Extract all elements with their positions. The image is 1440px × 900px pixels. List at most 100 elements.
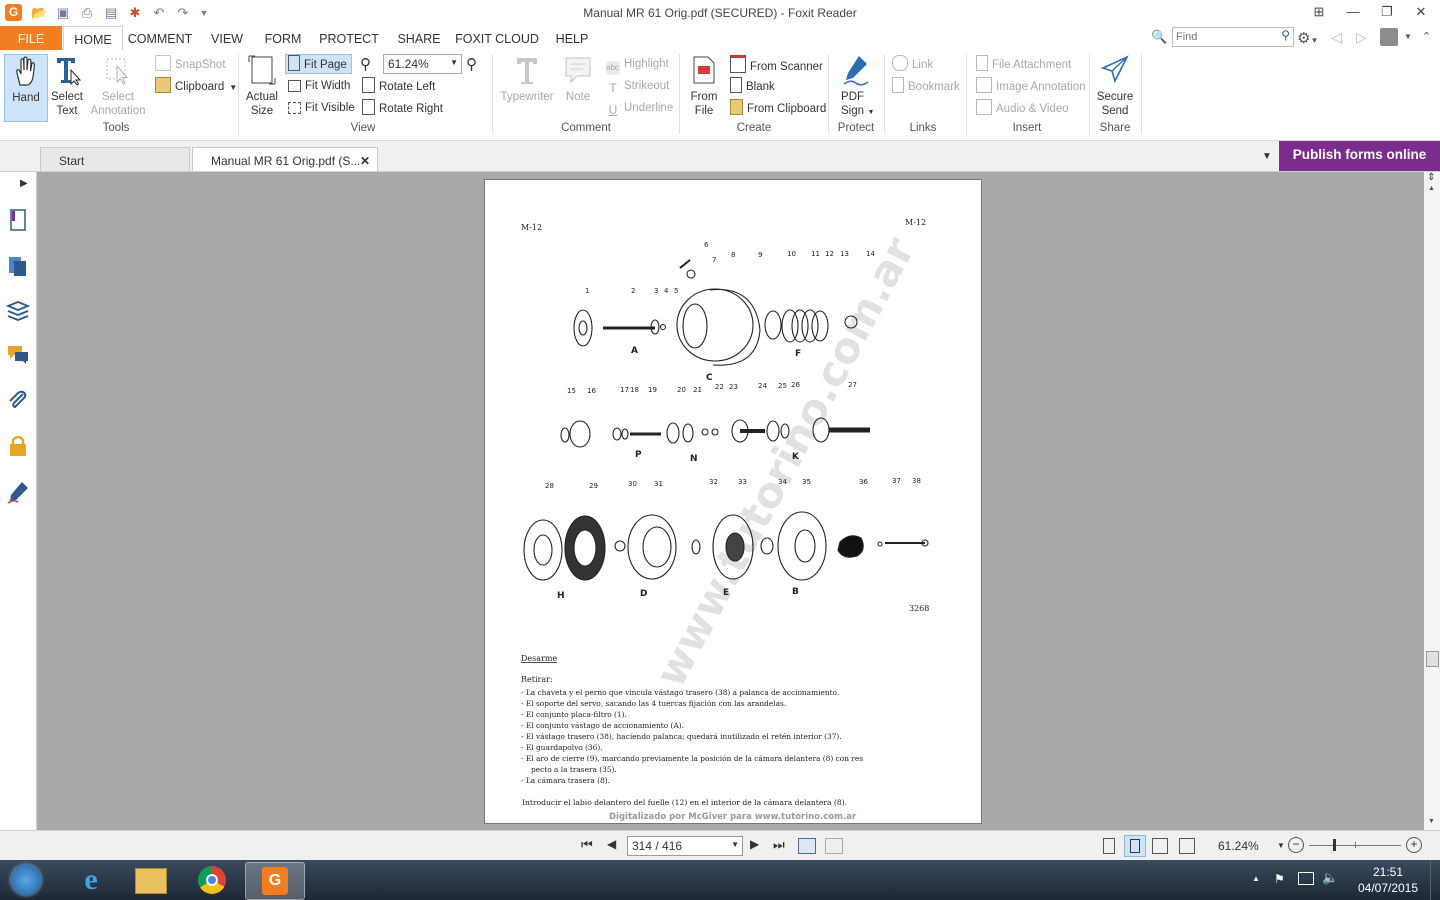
highlight-button[interactable]: abc Highlight — [606, 55, 669, 75]
clock-time[interactable]: 21:51 — [1360, 865, 1416, 879]
last-page-icon[interactable]: ⏭ — [773, 837, 785, 853]
zoom-out-button[interactable]: − — [1288, 837, 1304, 853]
tab-protect[interactable]: PROTECT — [316, 26, 382, 50]
tab-start[interactable]: Start — [40, 147, 190, 171]
pages-panel-icon[interactable] — [6, 254, 30, 278]
blank-button[interactable]: Blank — [730, 77, 775, 95]
split-view-icon[interactable]: ⇕ — [1427, 172, 1435, 183]
rotate-left-button[interactable]: Rotate Left — [362, 77, 435, 95]
collapse-ribbon-icon[interactable]: ⌃ — [1422, 30, 1431, 43]
comments-panel-icon[interactable] — [6, 342, 30, 366]
publish-forms-banner[interactable]: Publish forms online — [1279, 141, 1440, 171]
nav-forward-icon[interactable]: ▷ — [1356, 29, 1367, 46]
hand-tool-button[interactable]: Hand — [4, 54, 48, 122]
tab-foxit-cloud[interactable]: FOXIT CLOUD — [452, 26, 542, 50]
actual-size-button[interactable]: Actual Size — [244, 54, 280, 118]
tab-share[interactable]: SHARE — [394, 26, 444, 50]
pdf-page[interactable]: www.tutorino.com.ar M-12 M-12 1 2 3 4 5 … — [484, 179, 982, 824]
single-page-view-icon[interactable] — [1103, 838, 1115, 854]
clock-date[interactable]: 04/07/2015 — [1350, 881, 1426, 895]
tab-view[interactable]: VIEW — [204, 26, 250, 50]
settings-gear-icon[interactable]: ⚙▼ — [1297, 29, 1318, 47]
start-button[interactable] — [3, 862, 49, 898]
note-button[interactable]: Note — [560, 54, 596, 104]
zoom-combo[interactable]: 61.24% ▼ — [383, 54, 462, 74]
fit-page-button[interactable]: Fit Page — [285, 54, 352, 74]
find-box[interactable]: ⚲ — [1172, 27, 1294, 47]
file-attachment-button[interactable]: File Attachment — [976, 55, 1071, 73]
tab-current-document[interactable]: Manual MR 61 Orig.pdf (S... ✕ — [192, 147, 378, 171]
snapshot-button[interactable]: SnapShot — [155, 55, 226, 73]
clipboard-button[interactable]: Clipboard ▼ — [155, 77, 237, 95]
next-page-icon[interactable]: ▶ — [750, 837, 759, 851]
close-button[interactable]: ✕ — [1406, 2, 1436, 22]
previous-view-icon[interactable] — [798, 838, 816, 854]
vertical-scrollbar[interactable]: ⇕ ▲ ▼ — [1424, 172, 1440, 830]
from-file-button[interactable]: From File — [686, 54, 722, 118]
tab-comment[interactable]: COMMENT — [124, 26, 196, 50]
fit-width-button[interactable]: Fit Width — [288, 77, 350, 95]
scroll-down-icon[interactable]: ▼ — [1428, 818, 1435, 825]
security-lock-icon[interactable] — [6, 434, 30, 458]
next-view-icon[interactable] — [825, 838, 843, 854]
select-text-button[interactable]: Select Text — [48, 54, 86, 118]
restore-layout-icon[interactable]: ⊞ — [1304, 2, 1334, 22]
from-scanner-button[interactable]: From Scanner — [730, 55, 823, 73]
tray-volume-icon[interactable]: 🔈 — [1322, 870, 1338, 886]
image-annotation-button[interactable]: Image Annotation — [976, 77, 1086, 95]
find-folder-icon[interactable]: 🔍 — [1151, 29, 1169, 46]
tray-flag-icon[interactable]: ⚑ — [1274, 872, 1285, 886]
layers-panel-icon[interactable] — [6, 298, 30, 322]
status-zoom-value[interactable]: 61.24% — [1218, 839, 1259, 853]
continuous-facing-view-icon[interactable] — [1179, 838, 1195, 854]
zoom-slider[interactable] — [1309, 839, 1401, 851]
zoom-in-icon[interactable]: ⚲ — [466, 55, 477, 73]
nav-back-icon[interactable]: ◁ — [1331, 29, 1342, 46]
tab-file[interactable]: FILE — [0, 26, 62, 50]
zoom-in-button[interactable]: + — [1406, 837, 1422, 853]
page-number-combo[interactable]: 314 / 416 ▼ — [627, 836, 743, 856]
maximize-button[interactable]: ❐ — [1372, 2, 1402, 22]
facing-view-icon[interactable] — [1152, 838, 1168, 854]
audio-video-button[interactable]: Audio & Video — [976, 99, 1069, 117]
tray-network-icon[interactable] — [1298, 872, 1314, 885]
tab-list-dropdown-icon[interactable]: ▼ — [1262, 151, 1272, 162]
tab-form[interactable]: FORM — [260, 26, 306, 50]
attachments-panel-icon[interactable] — [6, 388, 30, 412]
scroll-thumb[interactable] — [1426, 651, 1439, 667]
tray-show-hidden-icon[interactable]: ▲ — [1252, 874, 1260, 883]
taskbar-foxit-reader[interactable]: G — [245, 862, 305, 900]
select-annotation-button[interactable]: Select Annotation — [88, 54, 148, 118]
typewriter-button[interactable]: Typewriter — [498, 54, 556, 104]
underline-button[interactable]: U Underline — [606, 99, 674, 117]
pdf-sign-button[interactable]: PDF Sign ▼ — [834, 54, 878, 120]
strikeout-button[interactable]: T Strikeout — [606, 77, 669, 95]
fit-visible-button[interactable]: Fit Visible — [288, 99, 355, 117]
show-desktop-button[interactable] — [1430, 860, 1440, 900]
signatures-panel-icon[interactable] — [6, 480, 30, 504]
page-indicator[interactable]: 314 / 416 — [632, 839, 682, 853]
secure-send-button[interactable]: Secure Send — [1094, 54, 1136, 118]
status-zoom-dropdown-icon[interactable]: ▼ — [1277, 841, 1285, 850]
bookmark-button[interactable]: Bookmark — [892, 77, 960, 95]
from-clipboard-button[interactable]: From Clipboard — [730, 99, 826, 117]
close-tab-icon[interactable]: ✕ — [360, 148, 370, 174]
taskbar-ie[interactable]: e — [62, 862, 120, 898]
user-account-icon[interactable] — [1380, 28, 1398, 46]
prev-page-icon[interactable]: ◀ — [607, 837, 616, 851]
page-dropdown-icon[interactable]: ▼ — [731, 840, 739, 849]
taskbar-chrome[interactable] — [183, 862, 241, 898]
taskbar-explorer[interactable] — [122, 862, 180, 898]
first-page-icon[interactable]: ⏮ — [581, 837, 593, 853]
account-dropdown-icon[interactable]: ▼ — [1404, 32, 1412, 41]
continuous-view-icon[interactable] — [1124, 835, 1146, 857]
zoom-value[interactable]: 61.24% — [388, 57, 429, 71]
search-input[interactable] — [1173, 28, 1274, 46]
scroll-up-icon[interactable]: ▲ — [1428, 185, 1435, 192]
link-button[interactable]: Link — [892, 55, 933, 73]
rotate-right-button[interactable]: Rotate Right — [362, 99, 443, 117]
bookmarks-panel-icon[interactable] — [6, 208, 30, 232]
search-icon[interactable]: ⚲ — [1281, 28, 1290, 42]
expand-panel-icon[interactable]: ▶ — [20, 178, 28, 189]
zoom-out-icon[interactable]: ⚲ — [360, 55, 371, 73]
